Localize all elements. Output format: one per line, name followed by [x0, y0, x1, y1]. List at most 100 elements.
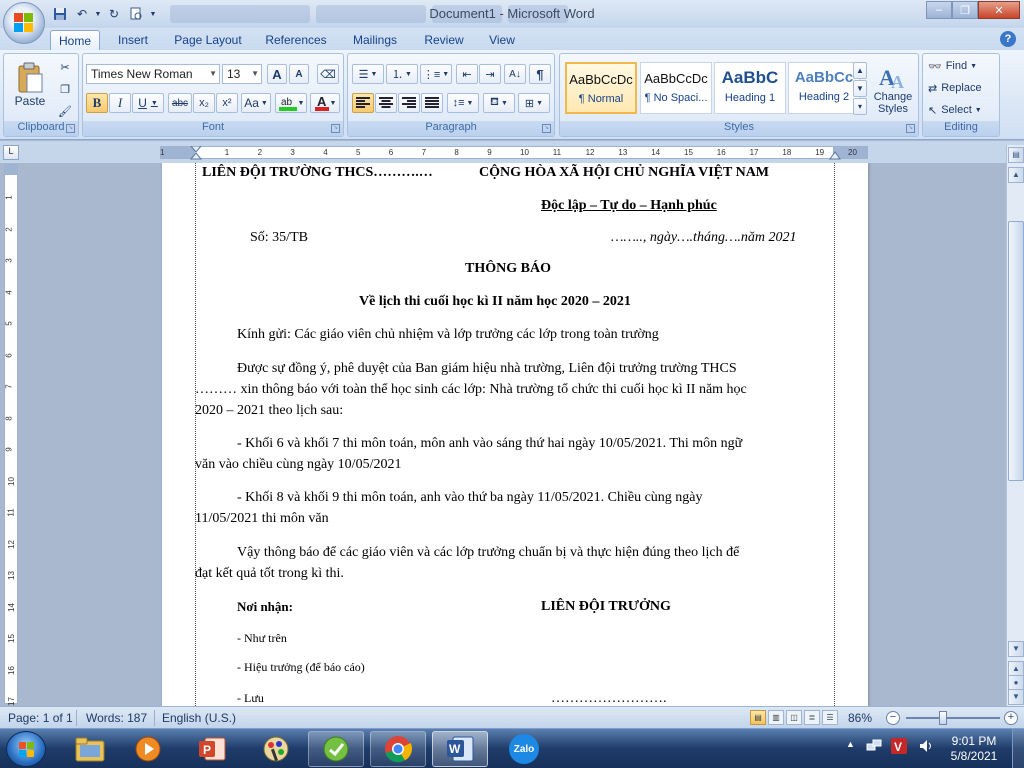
antivirus-icon[interactable]: V: [890, 737, 908, 758]
multilevel-list-button[interactable]: ⋮≡ ▼: [420, 64, 452, 84]
draft-view-icon[interactable]: ☰: [822, 710, 838, 725]
select-button[interactable]: ↖ Select ▼: [927, 100, 997, 120]
bullets-button[interactable]: ☰ ▼: [352, 64, 384, 84]
close-button[interactable]: ✕: [978, 1, 1020, 19]
start-button[interactable]: [6, 731, 46, 767]
zoom-out-icon[interactable]: −: [886, 711, 900, 725]
bold-button[interactable]: B: [86, 93, 108, 113]
zoom-slider-track[interactable]: [906, 717, 1000, 719]
increase-indent-button[interactable]: ⇥: [479, 64, 501, 84]
tab-view[interactable]: View: [480, 30, 524, 50]
tab-references[interactable]: References: [258, 30, 334, 50]
align-right-button[interactable]: [398, 93, 420, 113]
taskbar-powerpoint[interactable]: P: [184, 731, 240, 767]
find-button[interactable]: 👓 Find ▼: [927, 56, 997, 76]
clipboard-launcher-icon[interactable]: ↘: [66, 124, 75, 133]
web-layout-view-icon[interactable]: ◫: [786, 710, 802, 725]
style-heading-2[interactable]: AaBbCc Heading 2: [788, 62, 860, 114]
scroll-down-icon[interactable]: ▼: [1008, 641, 1024, 657]
outline-view-icon[interactable]: ≣: [804, 710, 820, 725]
style-normal[interactable]: AaBbCcDc ¶ Normal: [565, 62, 637, 114]
line-spacing-button[interactable]: ↕≡ ▼: [447, 93, 479, 113]
zoom-slider-thumb[interactable]: [939, 711, 947, 725]
scroll-up-icon[interactable]: ▲: [1008, 167, 1024, 183]
view-ruler-toggle-icon[interactable]: ▤: [1008, 147, 1024, 163]
borders-button[interactable]: ⊞ ▼: [518, 93, 550, 113]
office-button[interactable]: [3, 2, 45, 44]
styles-more-icon[interactable]: ▾: [853, 98, 867, 115]
taskbar-clock[interactable]: 9:01 PM 5/8/2021: [944, 734, 1004, 764]
change-case-button[interactable]: Aa ▼: [241, 93, 271, 113]
taskbar-chrome[interactable]: [370, 731, 426, 767]
superscript-button[interactable]: x²: [216, 93, 238, 113]
tab-home[interactable]: Home: [50, 30, 100, 50]
volume-icon[interactable]: [918, 738, 934, 757]
horizontal-ruler[interactable]: 1 1 2 3 4 5 6 7 8 9 10 11 12 13 14 15 16 17 18 19 20: [160, 146, 868, 160]
grow-font-button[interactable]: A: [267, 64, 287, 84]
show-hidden-icons-icon[interactable]: ▲: [846, 739, 855, 749]
first-line-indent-icon[interactable]: [190, 146, 202, 160]
copy-icon[interactable]: ❐: [56, 79, 74, 99]
shading-button[interactable]: ⛾ ▼: [483, 93, 515, 113]
help-icon[interactable]: ?: [1000, 31, 1016, 47]
styles-scroll-up-icon[interactable]: ▲: [853, 62, 867, 79]
page-count[interactable]: Page: 1 of 1: [8, 711, 73, 725]
align-left-button[interactable]: [352, 93, 374, 113]
document-workspace[interactable]: LIÊN ĐỘI TRƯỜNG THCS……….… CỘNG HÒA XÃ HỘ…: [20, 163, 1006, 706]
scrollbar-thumb[interactable]: [1008, 221, 1024, 481]
taskbar-media-player[interactable]: [120, 731, 176, 767]
cut-icon[interactable]: ✂: [56, 57, 74, 77]
tab-insert[interactable]: Insert: [108, 30, 158, 50]
zoom-in-icon[interactable]: +: [1004, 711, 1018, 725]
tab-page-layout[interactable]: Page Layout: [168, 30, 248, 50]
styles-scroll-down-icon[interactable]: ▼: [853, 80, 867, 97]
next-page-icon[interactable]: ▼: [1008, 689, 1024, 705]
shrink-font-button[interactable]: A: [289, 64, 309, 84]
subscript-button[interactable]: x₂: [193, 93, 215, 113]
align-center-button[interactable]: [375, 93, 397, 113]
taskbar-zalo[interactable]: Zalo: [496, 731, 552, 767]
minimize-button[interactable]: –: [926, 1, 952, 19]
print-layout-view-icon[interactable]: ▤: [750, 710, 766, 725]
format-painter-icon[interactable]: 🖌: [56, 101, 74, 121]
taskbar-word[interactable]: W: [432, 731, 488, 767]
taskbar-paint[interactable]: [248, 731, 304, 767]
taskbar-green-app[interactable]: [308, 731, 364, 767]
styles-launcher-icon[interactable]: ↘: [906, 124, 915, 133]
style-no-spacing[interactable]: AaBbCcDc ¶ No Spaci...: [640, 62, 712, 114]
full-screen-reading-view-icon[interactable]: ▥: [768, 710, 784, 725]
font-size-combo[interactable]: 13 ▼: [222, 64, 262, 84]
show-marks-button[interactable]: ¶: [529, 64, 551, 84]
paragraph-launcher-icon[interactable]: ↘: [542, 124, 551, 133]
tab-mailings[interactable]: Mailings: [344, 30, 406, 50]
sort-button[interactable]: A↓: [504, 64, 526, 84]
maximize-button[interactable]: ❐: [952, 1, 978, 19]
change-styles-button[interactable]: AA Change Styles: [870, 57, 916, 119]
style-heading-1[interactable]: AaBbC Heading 1: [714, 62, 786, 114]
strikethrough-button[interactable]: abc: [168, 93, 192, 113]
clear-formatting-button[interactable]: ⌫: [317, 64, 339, 84]
vertical-ruler[interactable]: 1 2 3 4 5 6 7 8 9 10 11 12 13 14 15 16 17: [4, 164, 18, 706]
underline-button[interactable]: U ▼: [132, 93, 164, 113]
font-color-button[interactable]: A ▼: [310, 93, 340, 113]
numbering-button[interactable]: ⒈ ▼: [386, 64, 418, 84]
decrease-indent-button[interactable]: ⇤: [456, 64, 478, 84]
replace-button[interactable]: ⇄ Replace: [927, 78, 997, 98]
show-desktop-button[interactable]: [1012, 729, 1024, 768]
document-page[interactable]: LIÊN ĐỘI TRƯỜNG THCS……….… CỘNG HÒA XÃ HỘ…: [162, 163, 868, 706]
right-indent-icon[interactable]: [829, 150, 841, 160]
highlight-button[interactable]: ab ▼: [275, 93, 307, 113]
paste-button[interactable]: Paste: [8, 56, 52, 114]
taskbar-file-explorer[interactable]: [62, 731, 118, 767]
justify-button[interactable]: [421, 93, 443, 113]
zoom-level[interactable]: 86%: [848, 711, 872, 725]
word-count[interactable]: Words: 187: [86, 711, 147, 725]
tab-selector-button[interactable]: L: [3, 145, 19, 160]
font-name-combo[interactable]: Times New Roman ▼: [86, 64, 220, 84]
network-icon[interactable]: [866, 738, 882, 757]
tab-review[interactable]: Review: [416, 30, 472, 50]
vertical-scrollbar[interactable]: ▤ ▲ ▼ ▲ ● ▼: [1006, 145, 1024, 706]
italic-button[interactable]: I: [109, 93, 131, 113]
font-launcher-icon[interactable]: ↘: [331, 124, 340, 133]
language[interactable]: English (U.S.): [162, 711, 236, 725]
